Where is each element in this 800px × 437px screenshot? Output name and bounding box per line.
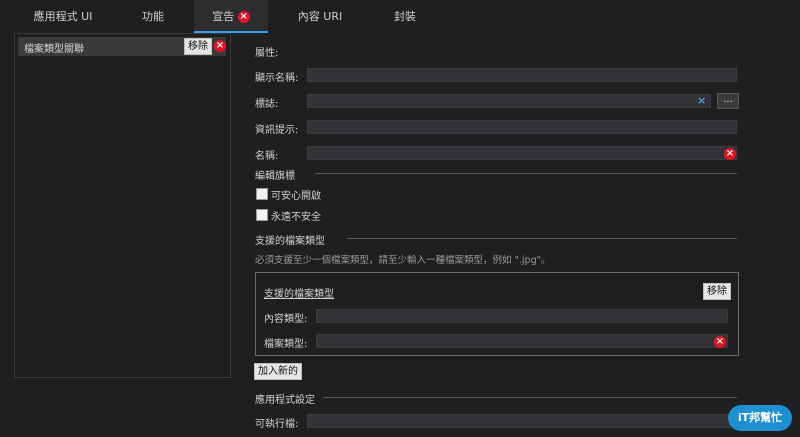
divider — [323, 397, 737, 398]
list-item-file-type-association[interactable]: 檔案類型關聯 移除 × — [18, 37, 226, 56]
error-icon: × — [237, 11, 250, 23]
edit-flags-heading: 編輯旗標 — [255, 171, 295, 182]
logo-field[interactable] — [307, 94, 711, 108]
content-type-field[interactable] — [316, 309, 728, 323]
always-unsafe-checkbox[interactable] — [256, 209, 268, 221]
name-label: 名稱: — [255, 151, 279, 162]
remove-button[interactable]: 移除 — [184, 38, 212, 55]
info-tip-label: 資訊提示: — [255, 125, 299, 136]
properties-heading: 屬性: — [255, 48, 279, 59]
display-name-field[interactable] — [307, 68, 737, 82]
tab-label: 內容 URI — [297, 10, 343, 23]
tab-label: 封裝 — [394, 10, 416, 23]
divider — [347, 238, 737, 239]
supported-type-group: 支援的檔案類型 移除 內容類型: 檔案類型: × — [255, 272, 739, 356]
open-safe-label: 可安心開啟 — [271, 191, 321, 202]
supported-types-hint: 必須支援至少一個檔案類型，請至少輸入一種檔案類型，例如 ".jpg"。 — [255, 255, 551, 266]
tab-packaging[interactable]: 封裝 — [372, 0, 438, 33]
divider — [315, 173, 737, 174]
tab-capabilities[interactable]: 功能 — [120, 0, 186, 33]
tab-label: 應用程式 UI — [33, 10, 93, 23]
content-type-label: 內容類型: — [264, 314, 308, 325]
clear-icon[interactable]: × — [697, 94, 706, 107]
executable-label: 可執行檔: — [255, 419, 299, 430]
list-item-label: 檔案類型關聯 — [24, 44, 84, 55]
info-tip-field[interactable] — [307, 120, 737, 134]
tab-bar: 應用程式 UI 功能 宣告 × 內容 URI 封裝 — [0, 0, 800, 33]
browse-button[interactable]: ... — [717, 93, 739, 109]
always-unsafe-label: 永遠不安全 — [271, 212, 321, 223]
declarations-list: 檔案類型關聯 移除 × — [14, 33, 231, 378]
file-type-label: 檔案類型: — [264, 339, 308, 350]
executable-field[interactable] — [307, 414, 737, 428]
tab-label: 功能 — [142, 10, 164, 23]
name-field[interactable] — [307, 146, 737, 160]
error-icon: × — [714, 336, 726, 348]
tab-content-uri[interactable]: 內容 URI — [283, 0, 357, 33]
logo-label: 標誌: — [255, 99, 279, 110]
open-safe-checkbox[interactable] — [256, 188, 268, 200]
tab-label: 宣告 — [212, 10, 235, 23]
display-name-label: 顯示名稱: — [255, 73, 299, 84]
ithome-logo: iT邦幫忙 — [728, 405, 792, 431]
remove-button[interactable]: 移除 — [703, 283, 731, 300]
add-new-button[interactable]: 加入新的 — [254, 363, 302, 380]
file-type-field[interactable] — [316, 334, 728, 348]
tab-declarations[interactable]: 宣告 × — [194, 0, 268, 33]
error-icon: × — [724, 148, 736, 160]
tab-application-ui[interactable]: 應用程式 UI — [18, 0, 108, 33]
group-title: 支援的檔案類型 — [264, 289, 334, 300]
supported-types-heading: 支援的檔案類型 — [255, 236, 325, 247]
error-icon: × — [214, 40, 226, 52]
app-settings-heading: 應用程式設定 — [255, 395, 315, 406]
